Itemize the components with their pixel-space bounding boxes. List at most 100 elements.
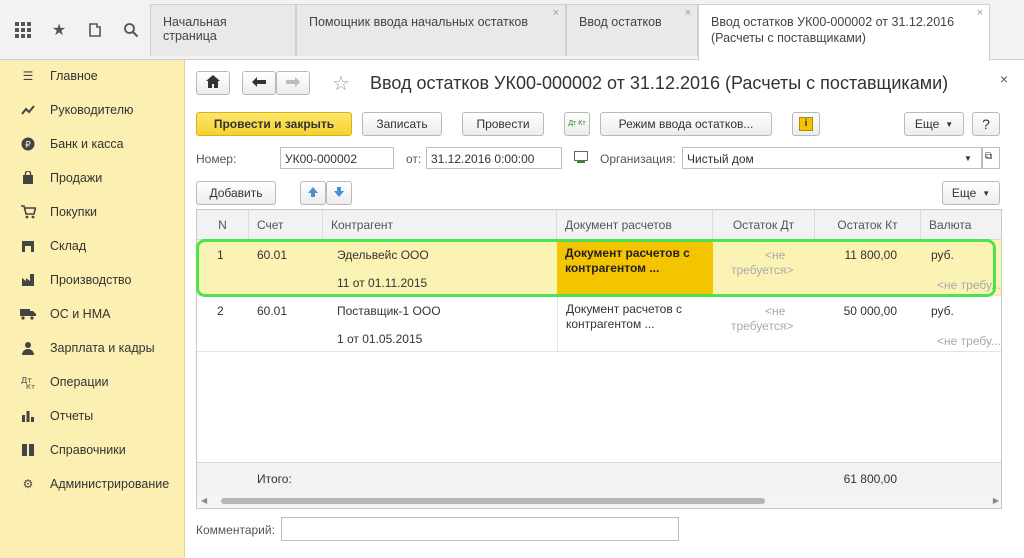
- history-icon[interactable]: [84, 19, 106, 41]
- info-button[interactable]: i: [792, 112, 820, 136]
- dt-kt-icon: Дт Кт: [568, 120, 586, 127]
- sidebar-item-label: Покупки: [50, 205, 98, 219]
- sidebar-item-label: Склад: [50, 239, 87, 253]
- column-header-n[interactable]: N: [197, 210, 249, 240]
- forward-button[interactable]: [276, 71, 310, 95]
- cell-currency[interactable]: руб.: [931, 248, 954, 262]
- post-and-close-button[interactable]: Провести и закрыть: [196, 112, 352, 136]
- help-button[interactable]: ?: [972, 112, 1000, 136]
- horizontal-scrollbar[interactable]: ◀ ▶: [197, 494, 1001, 508]
- document-line1: Документ расчетов с: [565, 246, 690, 260]
- chart-line-icon: [20, 102, 36, 118]
- column-header-counterparty[interactable]: Контрагент: [323, 210, 557, 240]
- move-down-button[interactable]: [326, 181, 352, 205]
- tab-current-document[interactable]: Ввод остатков УК00-000002 от 31.12.2016 …: [698, 4, 990, 61]
- table-row[interactable]: 2 60.01 Поставщик-1 ООО 1 от 01.05.2015 …: [197, 296, 1001, 352]
- gear-icon: ⚙: [22, 477, 34, 491]
- totals-value: 61 800,00: [843, 472, 897, 486]
- open-icon: ⧉: [985, 151, 993, 162]
- cell-contract[interactable]: 1 от 01.05.2015: [337, 332, 422, 346]
- cell-currency-extra[interactable]: <не требу...: [937, 334, 1001, 348]
- cell-document[interactable]: Документ расчетов с контрагентом ...: [557, 296, 713, 352]
- truck-icon: [20, 306, 36, 322]
- scroll-left-icon[interactable]: ◀: [201, 496, 207, 505]
- search-icon[interactable]: [120, 19, 142, 41]
- close-icon[interactable]: ×: [685, 7, 691, 19]
- cell-balance-kt[interactable]: 50 000,00: [815, 304, 897, 318]
- column-header-balance-dt[interactable]: Остаток Дт: [713, 210, 815, 240]
- cell-account[interactable]: 60.01: [257, 248, 287, 262]
- info-icon: i: [799, 117, 813, 131]
- cell-counterparty[interactable]: Поставщик-1 ООО: [337, 304, 441, 318]
- tab-balance-wizard[interactable]: Помощник ввода начальных остатков ×: [296, 4, 566, 56]
- cell-balance-dt-line2[interactable]: требуется>: [731, 319, 793, 333]
- close-icon[interactable]: ×: [553, 7, 559, 19]
- sidebar-item-production[interactable]: Производство: [0, 266, 185, 294]
- balances-table: N Счет Контрагент Документ расчетов Оста…: [196, 209, 1002, 509]
- cell-n: 1: [217, 248, 224, 262]
- cell-account[interactable]: 60.01: [257, 304, 287, 318]
- sidebar-item-admin[interactable]: ⚙ Администрирование: [0, 470, 185, 498]
- tab-balances[interactable]: Ввод остатков ×: [566, 4, 698, 56]
- dt-kt-button[interactable]: Дт Кт: [564, 112, 590, 136]
- calendar-icon[interactable]: [574, 151, 588, 166]
- save-button[interactable]: Записать: [362, 112, 442, 136]
- star-icon[interactable]: ★: [48, 19, 70, 41]
- column-header-document[interactable]: Документ расчетов: [557, 210, 713, 240]
- sidebar-item-reports[interactable]: Отчеты: [0, 402, 185, 430]
- sidebar-item-catalogs[interactable]: Справочники: [0, 436, 185, 464]
- table-more-button[interactable]: Еще ▼: [942, 181, 1000, 205]
- column-header-account[interactable]: Счет: [249, 210, 323, 240]
- balance-mode-button[interactable]: Режим ввода остатков...: [600, 112, 772, 136]
- column-header-balance-kt[interactable]: Остаток Кт: [815, 210, 921, 240]
- sidebar-item-label: Администрирование: [50, 477, 170, 491]
- sidebar-item-warehouse[interactable]: Склад: [0, 232, 185, 260]
- cell-balance-kt[interactable]: 11 800,00: [815, 248, 898, 262]
- tab-label: Ввод остатков: [579, 15, 662, 29]
- sidebar-item-manager[interactable]: Руководителю: [0, 96, 185, 124]
- favorite-star-icon[interactable]: ☆: [332, 71, 350, 96]
- more-button[interactable]: Еще ▼: [904, 112, 964, 136]
- open-organization-button[interactable]: ⧉: [982, 147, 1000, 169]
- cell-balance-dt-line1[interactable]: <не: [765, 248, 785, 262]
- sidebar-item-operations[interactable]: Дт Кт Операции: [0, 368, 185, 396]
- add-button[interactable]: Добавить: [196, 181, 276, 205]
- sidebar-item-bank[interactable]: ₽ Банк и касса: [0, 130, 185, 158]
- book-icon: [20, 442, 36, 458]
- sidebar-item-salary[interactable]: Зарплата и кадры: [0, 334, 185, 362]
- sidebar-item-main[interactable]: ☰ Главное: [0, 62, 185, 90]
- ruble-icon: ₽: [20, 136, 36, 152]
- scrollbar-thumb[interactable]: [221, 498, 765, 504]
- cell-balance-dt-line2[interactable]: требуется>: [731, 263, 793, 277]
- warehouse-icon: [20, 238, 36, 254]
- date-field[interactable]: 31.12.2016 0:00:00: [426, 147, 562, 169]
- organization-field[interactable]: Чистый дом: [682, 147, 982, 169]
- cell-balance-dt-line1[interactable]: <не: [765, 304, 785, 318]
- chevron-down-icon[interactable]: ▼: [964, 154, 972, 163]
- close-icon[interactable]: ×: [1000, 71, 1008, 87]
- sidebar-item-label: Руководителю: [50, 103, 134, 117]
- cell-document[interactable]: Документ расчетов с контрагентом ...: [557, 240, 713, 296]
- apps-grid-icon[interactable]: [12, 19, 34, 41]
- post-button[interactable]: Провести: [462, 112, 544, 136]
- cell-currency-extra[interactable]: <не требу...: [937, 278, 1001, 292]
- tab-home[interactable]: Начальная страница: [150, 4, 296, 56]
- table-row[interactable]: 1 60.01 Эдельвейс ООО 11 от 01.11.2015 Д…: [197, 240, 1001, 296]
- move-up-button[interactable]: [300, 181, 326, 205]
- back-button[interactable]: [242, 71, 276, 95]
- number-field[interactable]: УК00-000002: [280, 147, 394, 169]
- person-icon: [20, 340, 36, 356]
- cell-contract[interactable]: 11 от 01.11.2015: [337, 276, 427, 290]
- scroll-right-icon[interactable]: ▶: [993, 496, 999, 505]
- sidebar: ☰ Главное Руководителю ₽ Банк и касса Пр…: [0, 60, 185, 558]
- cell-counterparty[interactable]: Эдельвейс ООО: [337, 248, 429, 262]
- cell-currency[interactable]: руб.: [931, 304, 954, 318]
- sidebar-item-sales[interactable]: Продажи: [0, 164, 185, 192]
- home-button[interactable]: [196, 71, 230, 95]
- column-header-currency[interactable]: Валюта: [921, 210, 1001, 240]
- comment-field[interactable]: [281, 517, 679, 541]
- sidebar-item-label: Зарплата и кадры: [50, 341, 155, 355]
- sidebar-item-assets[interactable]: ОС и НМА: [0, 300, 185, 328]
- close-icon[interactable]: ×: [977, 7, 983, 19]
- sidebar-item-purchases[interactable]: Покупки: [0, 198, 185, 226]
